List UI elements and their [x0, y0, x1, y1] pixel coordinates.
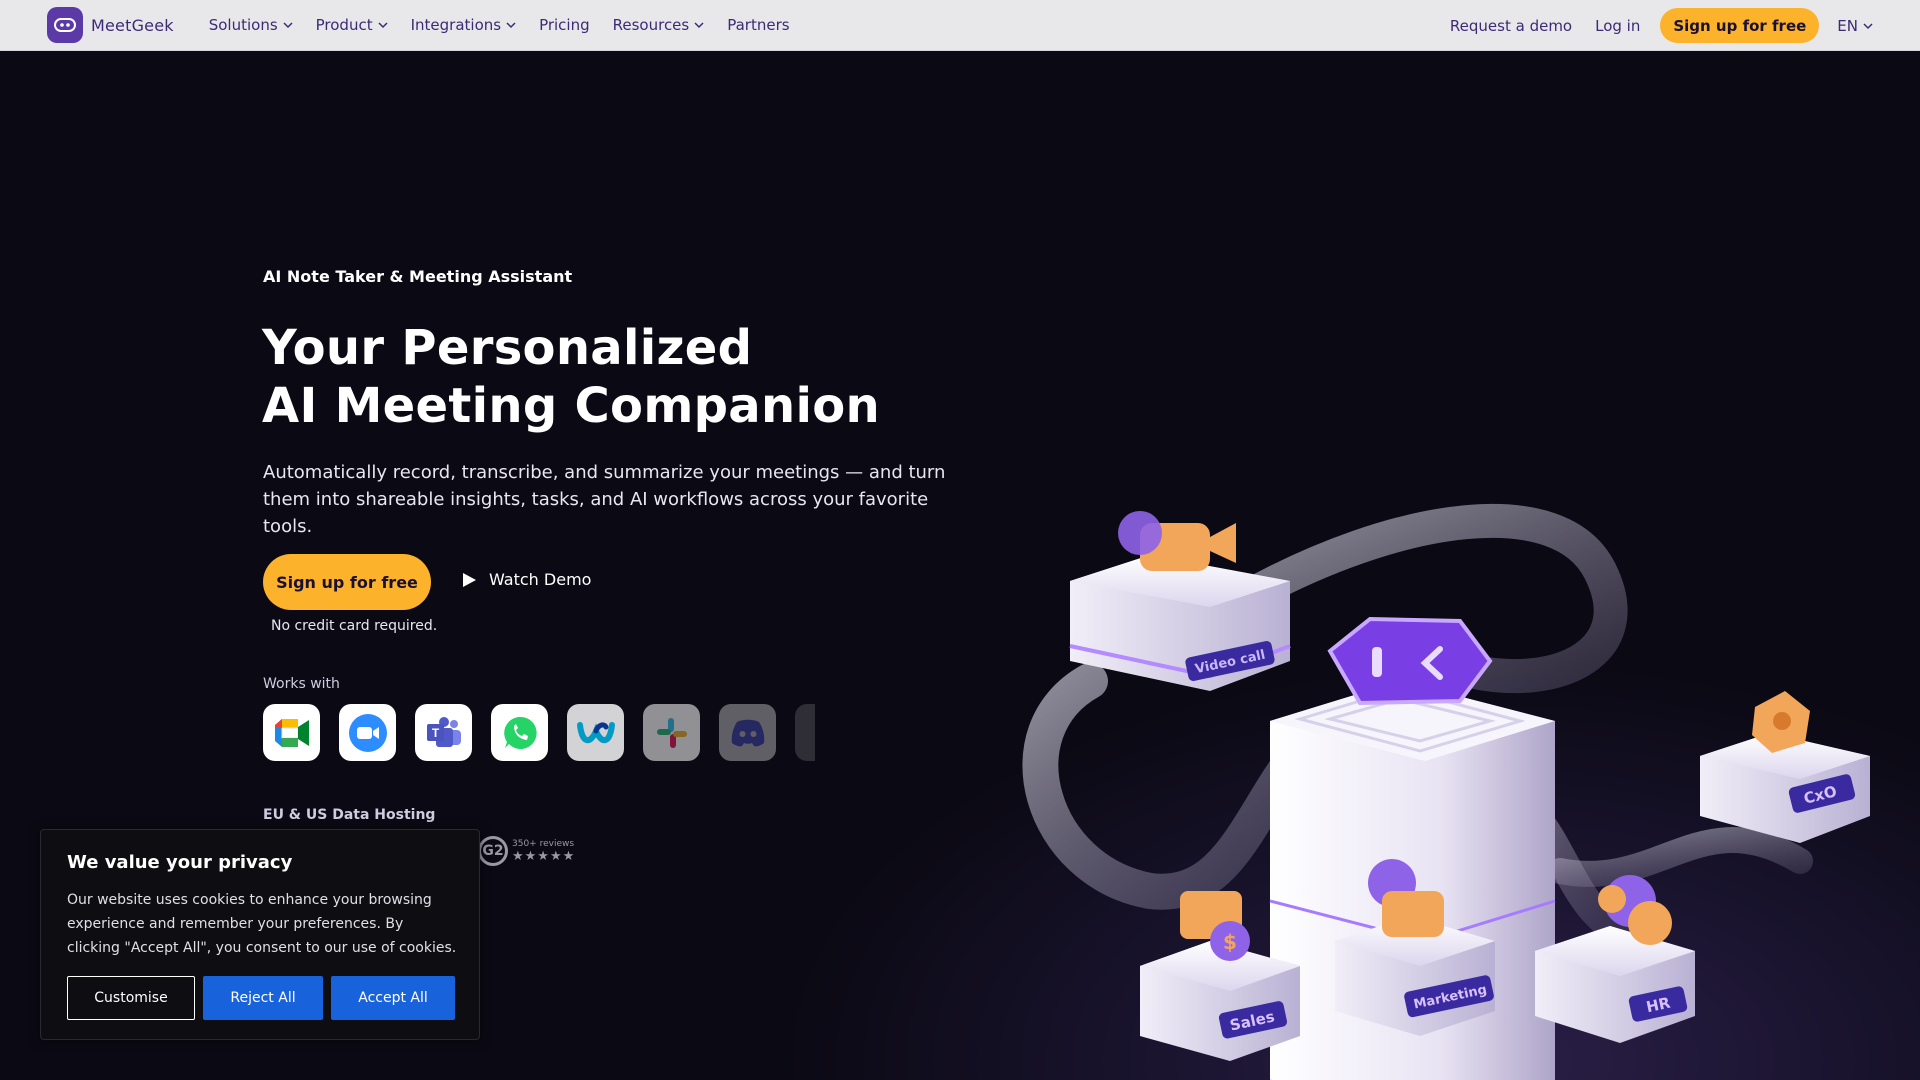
nav-item-solutions[interactable]: Solutions: [209, 16, 293, 34]
headline-line-1: Your Personalized: [262, 320, 753, 376]
integration-icons: T: [263, 704, 815, 761]
hero-subtitle: Automatically record, transcribe, and su…: [263, 462, 946, 537]
nav-item-label: Product: [315, 16, 373, 34]
meetgeek-logo-icon: [47, 7, 83, 43]
nav-item-label: Solutions: [208, 16, 278, 34]
chevron-down-icon: [1863, 22, 1873, 29]
nav-signup-button[interactable]: Sign up for free: [1660, 8, 1820, 43]
play-icon: [463, 572, 476, 587]
g2-logo-icon: G2: [478, 836, 508, 866]
watch-demo-button[interactable]: Watch Demo: [462, 570, 591, 589]
discord-icon[interactable]: [719, 704, 776, 761]
g2-reviews-badge[interactable]: G2 350+ reviews ★★★★★: [478, 836, 575, 866]
cookie-title: We value your privacy: [67, 852, 293, 873]
reject-all-button[interactable]: Reject All: [203, 976, 323, 1020]
chevron-down-icon: [506, 22, 516, 29]
data-hosting-label: EU & US Data Hosting: [263, 807, 436, 823]
more-integrations-icon: [795, 704, 815, 761]
login-link[interactable]: Log in: [1595, 17, 1640, 35]
nav-item-label: Partners: [727, 16, 790, 34]
reviews-count: 350+ reviews: [512, 838, 575, 849]
headline-line-2: AI Meeting Companion: [262, 378, 880, 434]
chevron-down-icon: [378, 22, 388, 29]
chevron-down-icon: [283, 22, 293, 29]
brand-name: MeetGeek: [91, 15, 174, 35]
nav-item-resources[interactable]: Resources: [613, 16, 705, 34]
microsoft-teams-icon[interactable]: T: [415, 704, 472, 761]
google-meet-icon[interactable]: [263, 704, 320, 761]
reviews-text: 350+ reviews ★★★★★: [512, 839, 575, 864]
nav-links: Solutions Product Integrations Pricing R…: [209, 16, 813, 34]
nav-item-label: Resources: [612, 16, 690, 34]
nav-item-partners[interactable]: Partners: [727, 16, 789, 34]
nav-item-product[interactable]: Product: [316, 16, 388, 34]
hero-illustration: Video call CxO Sales $ Marketing HR: [1022, 503, 1870, 1080]
slack-icon[interactable]: [643, 704, 700, 761]
logo[interactable]: MeetGeek: [47, 7, 174, 43]
language-label: EN: [1837, 16, 1858, 35]
nav-item-integrations[interactable]: Integrations: [411, 16, 516, 34]
nav-actions: Request a demo Log in Sign up for free E…: [1427, 0, 1873, 51]
accept-all-button[interactable]: Accept All: [331, 976, 455, 1020]
hero-headline: Your Personalized AI Meeting Companion: [262, 319, 880, 435]
hero-signup-button[interactable]: Sign up for free: [263, 554, 431, 610]
zoom-icon[interactable]: [339, 704, 396, 761]
chevron-down-icon: [694, 22, 704, 29]
svg-text:$: $: [1223, 930, 1237, 954]
nav-item-label: Integrations: [410, 16, 502, 34]
nav-item-pricing[interactable]: Pricing: [539, 16, 590, 34]
works-with-label: Works with: [263, 676, 340, 692]
star-rating-icon: ★★★★★: [512, 848, 576, 864]
no-credit-card-note: No credit card required.: [271, 618, 438, 634]
top-navigation: MeetGeek Solutions Product Integrations …: [0, 0, 1920, 51]
cookie-consent-banner: We value your privacy Our website uses c…: [40, 829, 480, 1040]
watch-demo-label: Watch Demo: [489, 570, 592, 589]
whatsapp-icon[interactable]: [491, 704, 548, 761]
language-selector[interactable]: EN: [1837, 17, 1873, 35]
request-demo-link[interactable]: Request a demo: [1450, 17, 1572, 35]
cookie-description: Our website uses cookies to enhance your…: [67, 892, 457, 956]
customise-button[interactable]: Customise: [67, 976, 195, 1020]
hero-eyebrow: AI Note Taker & Meeting Assistant: [263, 267, 573, 286]
svg-text:T: T: [431, 726, 439, 740]
nav-item-label: Pricing: [539, 16, 590, 34]
webex-icon[interactable]: [567, 704, 624, 761]
